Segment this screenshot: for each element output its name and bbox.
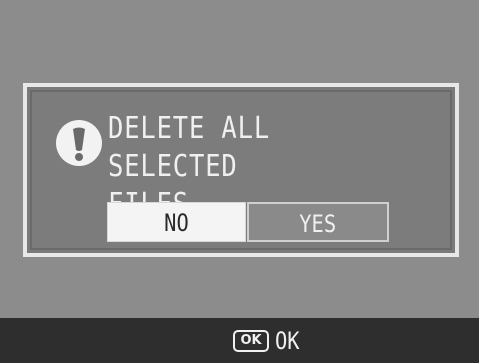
ok-label: OK <box>275 327 300 355</box>
choice-buttons: NO YES <box>107 202 389 242</box>
ok-button-icon: OK <box>233 330 269 352</box>
confirm-dialog: DELETE ALL SELECTED FILES NO YES <box>23 83 459 257</box>
camera-screen: DELETE ALL SELECTED FILES NO YES OK OK <box>0 0 479 363</box>
yes-button[interactable]: YES <box>247 202 389 242</box>
footer-bar: OK OK <box>0 318 479 363</box>
ok-hint[interactable]: OK OK <box>233 326 304 356</box>
no-button[interactable]: NO <box>107 202 246 242</box>
no-button-label: NO <box>164 209 189 237</box>
dialog-panel: DELETE ALL SELECTED FILES NO YES <box>30 90 452 250</box>
exclamation-icon <box>56 120 102 166</box>
yes-button-label: YES <box>299 210 337 238</box>
